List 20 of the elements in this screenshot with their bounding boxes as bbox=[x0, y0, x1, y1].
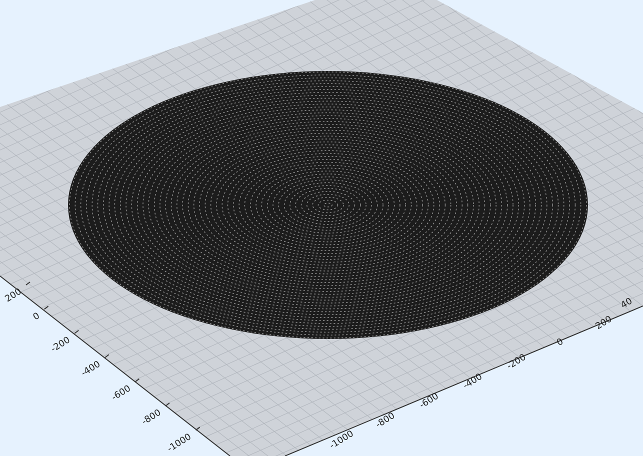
tick-mark bbox=[165, 402, 170, 406]
tick-label: 200 bbox=[594, 314, 614, 332]
tick-mark bbox=[104, 354, 110, 358]
tick-mark bbox=[134, 378, 140, 382]
tick-label: -200 bbox=[50, 335, 72, 355]
tick-mark bbox=[26, 282, 30, 286]
tick-label: -800 bbox=[374, 411, 397, 430]
tick-label: -600 bbox=[418, 392, 441, 411]
tick-label: 40 bbox=[619, 296, 634, 312]
tick-label: -800 bbox=[140, 408, 164, 428]
tick-label: 200 bbox=[4, 287, 24, 305]
tick-label: 0 bbox=[32, 311, 42, 323]
tick-mark bbox=[195, 426, 200, 431]
tick-label: -200 bbox=[505, 352, 528, 372]
tick-label: 0 bbox=[555, 337, 566, 349]
tick-mark bbox=[44, 306, 49, 310]
tick-label: -400 bbox=[462, 372, 484, 392]
tick-label: -600 bbox=[110, 384, 133, 404]
tick-mark bbox=[74, 330, 80, 334]
tick-label: -400 bbox=[80, 360, 102, 379]
